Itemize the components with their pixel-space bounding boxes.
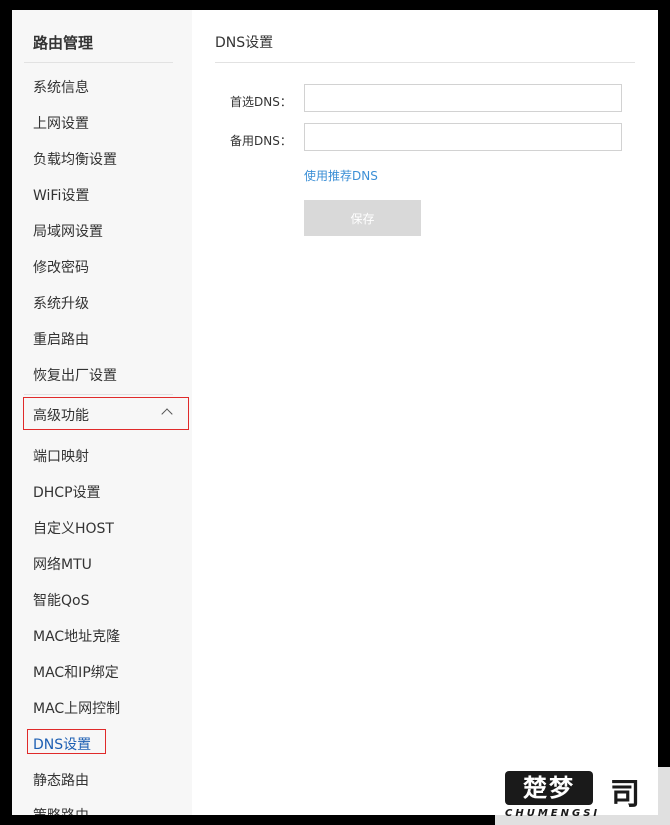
watermark: 楚梦 司 CHUMENGSI [495, 767, 670, 825]
sidebar-item-internet-settings[interactable]: 上网设置 [33, 113, 89, 133]
sidebar-divider [24, 394, 173, 395]
sidebar: 路由管理 系统信息 上网设置 负载均衡设置 WiFi设置 局域网设置 修改密码 … [12, 10, 192, 815]
secondary-dns-label: 备用DNS： [230, 134, 292, 148]
secondary-dns-input[interactable] [304, 123, 622, 151]
page-title: DNS设置 [215, 35, 274, 51]
watermark-logo: 楚梦 [505, 771, 593, 805]
sidebar-group-advanced[interactable]: 高级功能 [23, 397, 189, 430]
save-button[interactable]: 保存 [304, 200, 421, 236]
sidebar-item-factory-reset[interactable]: 恢复出厂设置 [33, 365, 117, 385]
sidebar-item-port-mapping[interactable]: 端口映射 [33, 446, 89, 466]
sidebar-item-policy-route[interactable]: 策略路由 [33, 805, 89, 815]
primary-dns-input[interactable] [304, 84, 622, 112]
sidebar-item-mac-access-control[interactable]: MAC上网控制 [33, 698, 120, 718]
sidebar-item-wifi-settings[interactable]: WiFi设置 [33, 185, 89, 205]
use-recommended-dns-link[interactable]: 使用推荐DNS [304, 167, 378, 184]
sidebar-item-load-balancing[interactable]: 负载均衡设置 [33, 149, 117, 169]
sidebar-item-dhcp-settings[interactable]: DHCP设置 [33, 482, 101, 502]
sidebar-item-mac-ip-binding[interactable]: MAC和IP绑定 [33, 662, 119, 682]
sidebar-item-static-route[interactable]: 静态路由 [33, 770, 89, 790]
sidebar-item-custom-host[interactable]: 自定义HOST [33, 518, 114, 538]
sidebar-item-change-password[interactable]: 修改密码 [33, 257, 89, 277]
sidebar-item-reboot-router[interactable]: 重启路由 [33, 329, 89, 349]
sidebar-item-dns-settings[interactable]: DNS设置 [33, 734, 91, 754]
sidebar-divider [24, 62, 173, 63]
sidebar-item-system-upgrade[interactable]: 系统升级 [33, 293, 89, 313]
chevron-up-icon [161, 408, 173, 420]
primary-dns-label: 首选DNS： [230, 95, 292, 109]
watermark-subtext: CHUMENGSI [505, 808, 601, 819]
sidebar-group-label: 高级功能 [33, 408, 89, 424]
router-admin-window: 路由管理 系统信息 上网设置 负载均衡设置 WiFi设置 局域网设置 修改密码 … [12, 10, 658, 815]
sidebar-item-system-info[interactable]: 系统信息 [33, 77, 89, 97]
watermark-glyph: 司 [610, 777, 640, 812]
title-divider [215, 62, 635, 63]
sidebar-title: 路由管理 [33, 34, 94, 52]
sidebar-item-network-mtu[interactable]: 网络MTU [33, 554, 92, 574]
sidebar-item-smart-qos[interactable]: 智能QoS [33, 590, 89, 610]
sidebar-item-mac-clone[interactable]: MAC地址克隆 [33, 626, 120, 646]
sidebar-item-lan-settings[interactable]: 局域网设置 [33, 221, 103, 241]
